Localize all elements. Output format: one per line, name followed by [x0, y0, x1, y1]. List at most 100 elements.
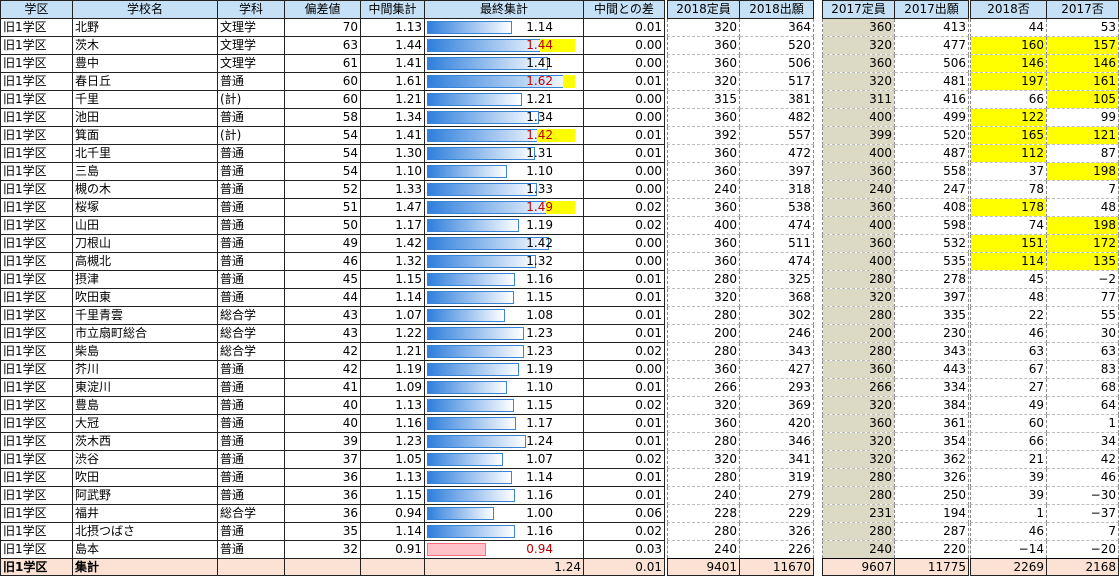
applicants-2018-cell[interactable]: 482	[739, 108, 814, 127]
final-ratio-cell[interactable]: 1.41	[424, 54, 584, 73]
applicants-2018-cell[interactable]: 381	[739, 90, 814, 109]
diff-cell[interactable]: 0.02	[583, 216, 665, 235]
final-ratio-cell[interactable]: 1.15	[424, 396, 584, 415]
capacity-2017-cell[interactable]: 360	[822, 54, 895, 73]
capacity-2018-cell[interactable]: 280	[667, 468, 740, 487]
rejected-2017-cell[interactable]: 121	[1046, 126, 1119, 145]
deviation-cell[interactable]: 49	[284, 234, 361, 253]
midterm-ratio-cell[interactable]: 1.13	[360, 396, 425, 415]
midterm-ratio-cell[interactable]: 1.34	[360, 108, 425, 127]
capacity-2017-cell[interactable]: 280	[822, 468, 895, 487]
midterm-ratio-cell[interactable]: 1.23	[360, 432, 425, 451]
area-cell[interactable]: 旧1学区	[0, 180, 73, 199]
school-name-cell[interactable]: 槻の木	[72, 180, 218, 199]
total-label-cell[interactable]: 集計	[72, 558, 218, 576]
rejected-2018-cell[interactable]: 22	[970, 306, 1047, 325]
applicants-2018-cell[interactable]: 397	[739, 162, 814, 181]
area-cell[interactable]: 旧1学区	[0, 468, 73, 487]
school-name-cell[interactable]: 高槻北	[72, 252, 218, 271]
deviation-cell[interactable]: 41	[284, 378, 361, 397]
school-name-cell[interactable]: 池田	[72, 108, 218, 127]
school-name-cell[interactable]: 芥川	[72, 360, 218, 379]
department-cell[interactable]: 普通	[217, 144, 285, 163]
diff-cell[interactable]: 0.01	[583, 378, 665, 397]
midterm-ratio-cell[interactable]: 1.61	[360, 72, 425, 91]
deviation-cell[interactable]: 36	[284, 486, 361, 505]
capacity-2017-cell[interactable]: 400	[822, 216, 895, 235]
department-cell[interactable]: 普通	[217, 198, 285, 217]
deviation-cell[interactable]: 58	[284, 108, 361, 127]
applicants-2017-cell[interactable]: 532	[894, 234, 969, 253]
department-cell[interactable]: 普通	[217, 360, 285, 379]
rejected-2017-cell[interactable]: 172	[1046, 234, 1119, 253]
school-name-cell[interactable]: 東淀川	[72, 378, 218, 397]
rejected-2018-cell[interactable]: 66	[970, 90, 1047, 109]
school-name-cell[interactable]: 北摂つばさ	[72, 522, 218, 541]
area-cell[interactable]: 旧1学区	[0, 396, 73, 415]
applicants-2017-cell[interactable]: 250	[894, 486, 969, 505]
capacity-2018-cell[interactable]: 200	[667, 324, 740, 343]
applicants-2018-cell[interactable]: 293	[739, 378, 814, 397]
deviation-cell[interactable]: 40	[284, 414, 361, 433]
capacity-2018-cell[interactable]: 360	[667, 162, 740, 181]
diff-cell[interactable]: 0.01	[583, 288, 665, 307]
school-name-cell[interactable]: 山田	[72, 216, 218, 235]
midterm-ratio-cell[interactable]: 1.07	[360, 306, 425, 325]
area-cell[interactable]: 旧1学区	[0, 162, 73, 181]
applicants-2017-cell[interactable]: 416	[894, 90, 969, 109]
capacity-2018-cell[interactable]: 280	[667, 432, 740, 451]
department-cell[interactable]: 文理学	[217, 18, 285, 37]
deviation-cell[interactable]: 52	[284, 180, 361, 199]
capacity-2018-cell[interactable]: 240	[667, 486, 740, 505]
rejected-2017-cell[interactable]: 30	[1046, 324, 1119, 343]
diff-cell[interactable]: 0.01	[583, 126, 665, 145]
school-name-cell[interactable]: 柴島	[72, 342, 218, 361]
capacity-2018-cell[interactable]: 320	[667, 396, 740, 415]
capacity-2018-cell[interactable]: 280	[667, 522, 740, 541]
final-ratio-cell[interactable]: 1.00	[424, 504, 584, 523]
applicants-2017-cell[interactable]: 481	[894, 72, 969, 91]
capacity-2018-cell[interactable]: 280	[667, 342, 740, 361]
rejected-2017-cell[interactable]: 63	[1046, 342, 1119, 361]
capacity-2017-cell[interactable]: 280	[822, 342, 895, 361]
department-cell[interactable]: 普通	[217, 72, 285, 91]
department-cell[interactable]: 普通	[217, 432, 285, 451]
deviation-cell[interactable]: 54	[284, 162, 361, 181]
school-name-cell[interactable]: 渋谷	[72, 450, 218, 469]
applicants-2017-cell[interactable]: 194	[894, 504, 969, 523]
deviation-cell[interactable]: 44	[284, 288, 361, 307]
rejected-2018-cell[interactable]: 197	[970, 72, 1047, 91]
midterm-ratio-cell[interactable]: 1.05	[360, 450, 425, 469]
diff-cell[interactable]: 0.00	[583, 36, 665, 55]
rejected-2018-cell[interactable]: 44	[970, 18, 1047, 37]
area-cell[interactable]: 旧1学区	[0, 486, 73, 505]
applicants-2018-cell[interactable]: 346	[739, 432, 814, 451]
final-ratio-cell[interactable]: 1.14	[424, 18, 584, 37]
applicants-2017-cell[interactable]: 247	[894, 180, 969, 199]
capacity-2018-cell[interactable]: 320	[667, 450, 740, 469]
area-cell[interactable]: 旧1学区	[0, 198, 73, 217]
diff-cell[interactable]: 0.01	[583, 432, 665, 451]
capacity-2017-cell[interactable]: 320	[822, 72, 895, 91]
rejected-2018-cell[interactable]: 27	[970, 378, 1047, 397]
applicants-2018-cell[interactable]: 229	[739, 504, 814, 523]
applicants-2017-cell[interactable]: 598	[894, 216, 969, 235]
diff-cell[interactable]: 0.00	[583, 360, 665, 379]
capacity-2017-cell[interactable]: 320	[822, 432, 895, 451]
capacity-2017-cell[interactable]: 360	[822, 198, 895, 217]
department-cell[interactable]: 文理学	[217, 36, 285, 55]
midterm-ratio-cell[interactable]: 1.41	[360, 126, 425, 145]
diff-cell[interactable]: 0.00	[583, 252, 665, 271]
header-cell[interactable]: 2017出願	[894, 0, 969, 19]
applicants-2018-cell[interactable]: 474	[739, 216, 814, 235]
school-name-cell[interactable]: 摂津	[72, 270, 218, 289]
applicants-2018-cell[interactable]: 302	[739, 306, 814, 325]
rejected-2017-cell[interactable]: 7	[1046, 180, 1119, 199]
total-applicants-2018-cell[interactable]: 11670	[739, 558, 814, 576]
capacity-2017-cell[interactable]: 266	[822, 378, 895, 397]
applicants-2017-cell[interactable]: 506	[894, 54, 969, 73]
school-name-cell[interactable]: 桜塚	[72, 198, 218, 217]
total-capacity-2018-cell[interactable]: 9401	[667, 558, 740, 576]
capacity-2018-cell[interactable]: 360	[667, 36, 740, 55]
rejected-2017-cell[interactable]: 64	[1046, 396, 1119, 415]
